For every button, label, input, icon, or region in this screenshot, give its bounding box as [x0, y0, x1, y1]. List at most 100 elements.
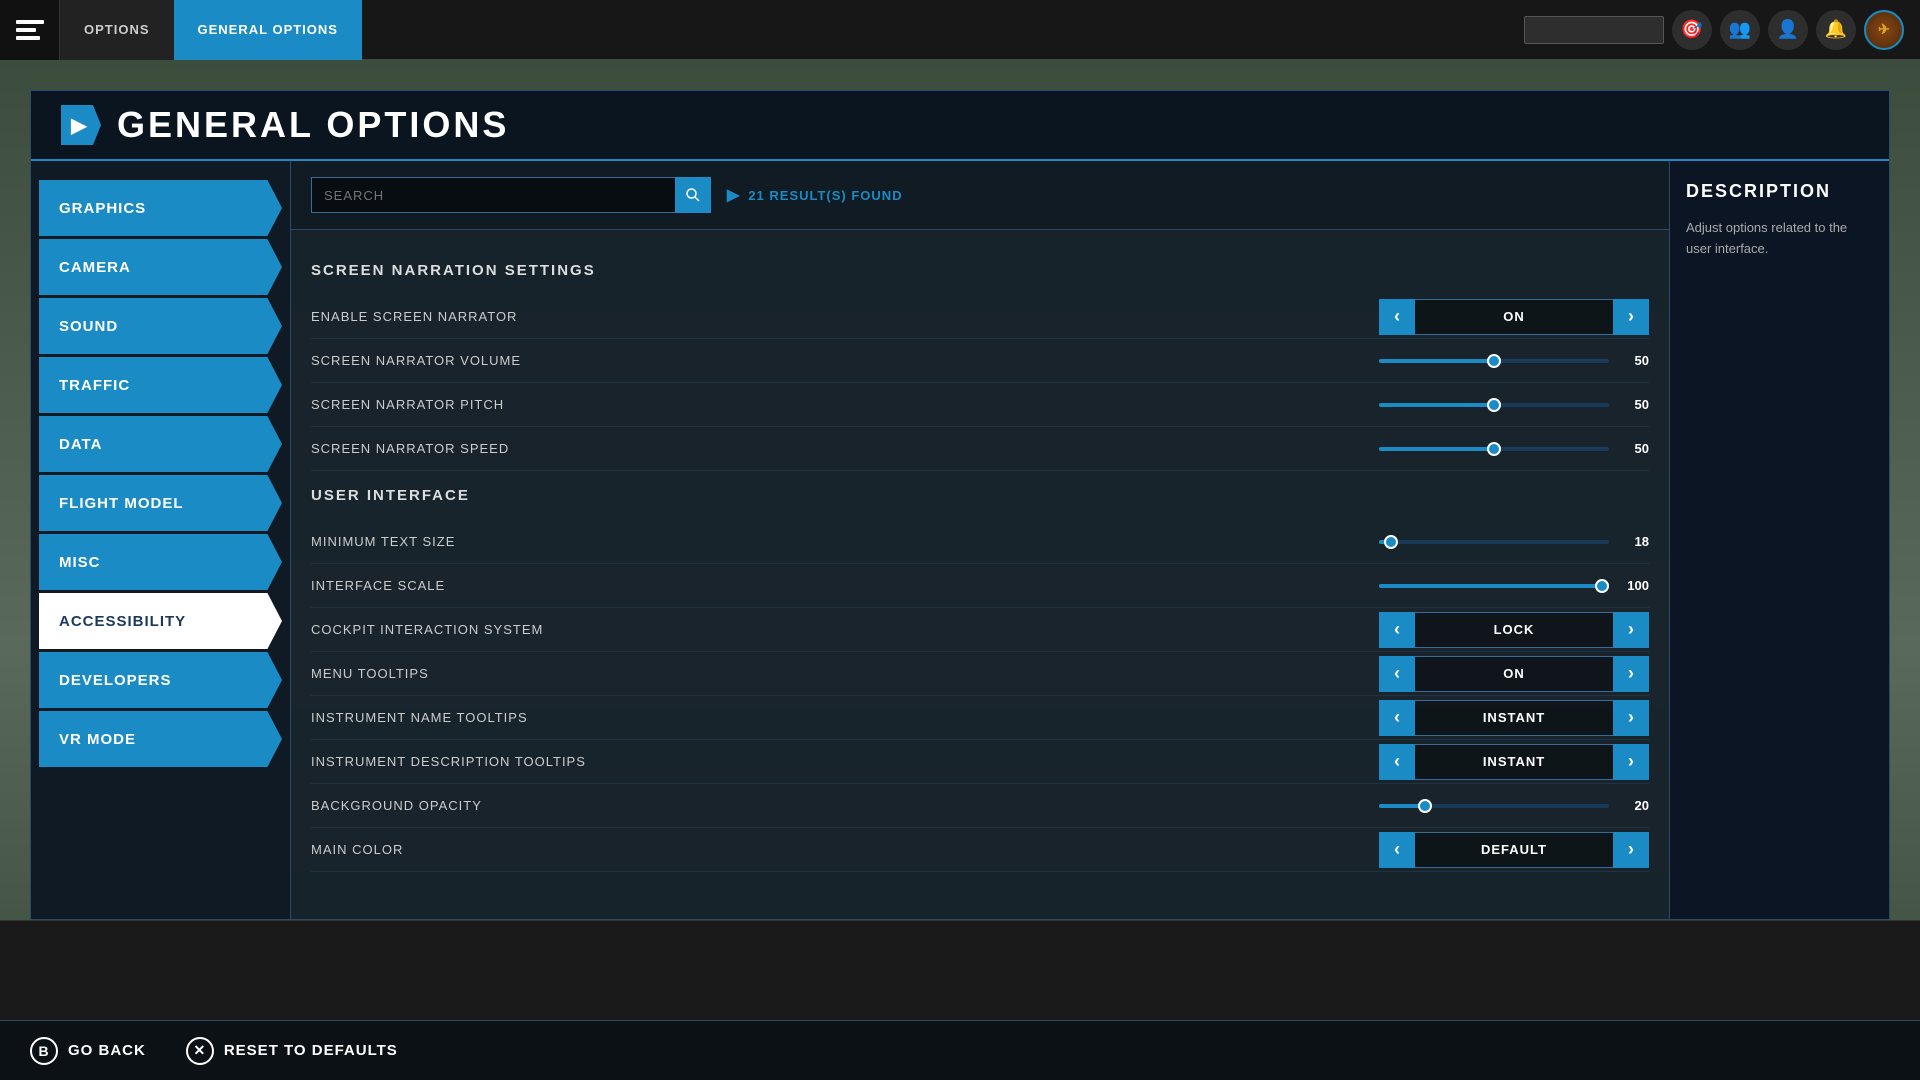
options-tab[interactable]: OPTIONS [60, 0, 174, 60]
slider-narrator-speed[interactable]: 50 [1379, 441, 1649, 456]
settings-main: ▶ 21 RESULT(S) FOUND SCREEN NARRATION SE… [291, 161, 1669, 919]
sidebar-item-misc[interactable]: MISC [39, 534, 282, 590]
setting-row-narrator-pitch: SCREEN NARRATOR PITCH 50 [311, 383, 1649, 427]
slider-thumb-narrator-volume[interactable] [1487, 354, 1501, 368]
settings-list[interactable]: SCREEN NARRATION SETTINGS ENABLE SCREEN … [291, 230, 1669, 919]
sidebar: GRAPHICS CAMERA SOUND TRAFFIC DATA FLIGH… [31, 161, 291, 919]
sidebar-item-sound[interactable]: SOUND [39, 298, 282, 354]
options-panel: ▶ GENERAL OPTIONS GRAPHICS CAMERA SOUND … [30, 90, 1890, 920]
toggle-next-menu-tooltips[interactable]: › [1613, 656, 1649, 692]
toggle-menu-tooltips: ‹ ON › [1379, 656, 1649, 692]
logo-icon [14, 14, 46, 46]
top-search-input[interactable] [1524, 16, 1664, 44]
section-header-narration: SCREEN NARRATION SETTINGS [311, 262, 1649, 283]
slider-fill-narrator-speed [1379, 447, 1494, 451]
toggle-next-main-color[interactable]: › [1613, 832, 1649, 868]
go-back-button[interactable]: B GO BACK [30, 1037, 146, 1065]
slider-narrator-volume[interactable]: 50 [1379, 353, 1649, 368]
setting-row-enable-narrator: ENABLE SCREEN NARRATOR ‹ ON › [311, 295, 1649, 339]
setting-row-interface-scale: INTERFACE SCALE 100 [311, 564, 1649, 608]
slider-track-min-text-size[interactable] [1379, 540, 1609, 544]
description-text: Adjust options related to the user inter… [1686, 218, 1873, 260]
top-bar-right: 🎯 👥 👤 🔔 ✈ [1524, 10, 1920, 50]
toggle-prev-main-color[interactable]: ‹ [1379, 832, 1415, 868]
toggle-prev-instrument-desc-tooltips[interactable]: ‹ [1379, 744, 1415, 780]
toggle-next-instrument-name-tooltips[interactable]: › [1613, 700, 1649, 736]
setting-row-background-opacity: BACKGROUND OPACITY 20 [311, 784, 1649, 828]
search-input[interactable] [311, 177, 711, 213]
sidebar-item-flight-model[interactable]: FLIGHT MODEL [39, 475, 282, 531]
setting-label-instrument-name-tooltips: INSTRUMENT NAME TOOLTIPS [311, 710, 1379, 725]
results-count: ▶ 21 RESULT(S) FOUND [727, 185, 903, 205]
slider-thumb-interface-scale[interactable] [1595, 579, 1609, 593]
setting-label-narrator-speed: SCREEN NARRATOR SPEED [311, 441, 1379, 456]
description-panel: DESCRIPTION Adjust options related to th… [1669, 161, 1889, 919]
slider-thumb-narrator-speed[interactable] [1487, 442, 1501, 456]
reset-defaults-button[interactable]: ✕ RESET TO DEFAULTS [186, 1037, 398, 1065]
friends-icon[interactable]: 👥 [1720, 10, 1760, 50]
sidebar-item-vr-mode[interactable]: VR MODE [39, 711, 282, 767]
cockpit-instruments [0, 920, 1920, 1020]
reset-icon: ✕ [186, 1037, 214, 1065]
toggle-prev-enable-narrator[interactable]: ‹ [1379, 299, 1415, 335]
setting-label-interface-scale: INTERFACE SCALE [311, 578, 1379, 593]
slider-thumb-min-text-size[interactable] [1384, 535, 1398, 549]
toggle-enable-narrator: ‹ ON › [1379, 299, 1649, 335]
slider-value-min-text-size: 18 [1617, 534, 1649, 549]
sidebar-item-data[interactable]: DATA [39, 416, 282, 472]
slider-track-narrator-speed[interactable] [1379, 447, 1609, 451]
slider-interface-scale[interactable]: 100 [1379, 578, 1649, 593]
setting-label-instrument-desc-tooltips: INSTRUMENT DESCRIPTION TOOLTIPS [311, 754, 1379, 769]
slider-track-narrator-pitch[interactable] [1379, 403, 1609, 407]
slider-fill-interface-scale [1379, 584, 1609, 588]
profile-icon[interactable]: 👤 [1768, 10, 1808, 50]
slider-track-narrator-volume[interactable] [1379, 359, 1609, 363]
sidebar-item-camera[interactable]: CAMERA [39, 239, 282, 295]
setting-row-main-color: MAIN COLOR ‹ DEFAULT › [311, 828, 1649, 872]
slider-narrator-pitch[interactable]: 50 [1379, 397, 1649, 412]
setting-label-background-opacity: BACKGROUND OPACITY [311, 798, 1379, 813]
search-bar: ▶ 21 RESULT(S) FOUND [291, 161, 1669, 230]
search-button[interactable] [675, 177, 711, 213]
slider-value-interface-scale: 100 [1617, 578, 1649, 593]
toggle-value-main-color: DEFAULT [1415, 832, 1613, 868]
slider-min-text-size[interactable]: 18 [1379, 534, 1649, 549]
page-title-icon: ▶ [61, 105, 101, 145]
search-wrapper [311, 177, 711, 213]
page-title-bar: ▶ GENERAL OPTIONS [31, 91, 1889, 161]
sidebar-item-traffic[interactable]: TRAFFIC [39, 357, 282, 413]
setting-row-instrument-name-tooltips: INSTRUMENT NAME TOOLTIPS ‹ INSTANT › [311, 696, 1649, 740]
toggle-value-instrument-name-tooltips: INSTANT [1415, 700, 1613, 736]
slider-track-background-opacity[interactable] [1379, 804, 1609, 808]
toggle-instrument-desc-tooltips: ‹ INSTANT › [1379, 744, 1649, 780]
toggle-prev-menu-tooltips[interactable]: ‹ [1379, 656, 1415, 692]
sidebar-item-graphics[interactable]: GRAPHICS [39, 180, 282, 236]
slider-value-narrator-volume: 50 [1617, 353, 1649, 368]
slider-track-interface-scale[interactable] [1379, 584, 1609, 588]
toggle-prev-cockpit-interaction[interactable]: ‹ [1379, 612, 1415, 648]
slider-thumb-narrator-pitch[interactable] [1487, 398, 1501, 412]
toggle-next-enable-narrator[interactable]: › [1613, 299, 1649, 335]
achievements-icon[interactable]: 🎯 [1672, 10, 1712, 50]
toggle-next-instrument-desc-tooltips[interactable]: › [1613, 744, 1649, 780]
setting-row-narrator-volume: SCREEN NARRATOR VOLUME 50 [311, 339, 1649, 383]
avatar[interactable]: ✈ [1864, 10, 1904, 50]
general-options-tab[interactable]: GENERAL OPTIONS [174, 0, 362, 60]
sidebar-item-accessibility[interactable]: ACCESSIBILITY [39, 593, 282, 649]
description-title: DESCRIPTION [1686, 181, 1873, 202]
notifications-icon[interactable]: 🔔 [1816, 10, 1856, 50]
sidebar-item-developers[interactable]: DEVELOPERS [39, 652, 282, 708]
setting-label-enable-narrator: ENABLE SCREEN NARRATOR [311, 309, 1379, 324]
setting-label-min-text-size: MINIMUM TEXT SIZE [311, 534, 1379, 549]
slider-thumb-background-opacity[interactable] [1418, 799, 1432, 813]
page-title: GENERAL OPTIONS [117, 104, 509, 146]
setting-row-narrator-speed: SCREEN NARRATOR SPEED 50 [311, 427, 1649, 471]
setting-row-instrument-desc-tooltips: INSTRUMENT DESCRIPTION TOOLTIPS ‹ INSTAN… [311, 740, 1649, 784]
setting-row-menu-tooltips: MENU TOOLTIPS ‹ ON › [311, 652, 1649, 696]
slider-background-opacity[interactable]: 20 [1379, 798, 1649, 813]
toggle-prev-instrument-name-tooltips[interactable]: ‹ [1379, 700, 1415, 736]
setting-label-narrator-volume: SCREEN NARRATOR VOLUME [311, 353, 1379, 368]
setting-label-menu-tooltips: MENU TOOLTIPS [311, 666, 1379, 681]
toggle-next-cockpit-interaction[interactable]: › [1613, 612, 1649, 648]
app-logo [0, 0, 60, 60]
